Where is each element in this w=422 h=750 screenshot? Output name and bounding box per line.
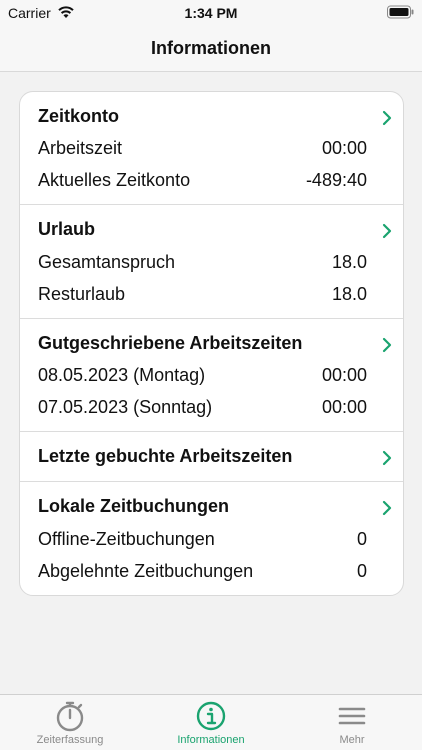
row-value: 18.0	[331, 252, 367, 272]
tab-label: Mehr	[339, 734, 365, 746]
tab-label: Zeiterfassung	[36, 734, 104, 746]
row-abgelehnte-zeitbuchungen: Abgelehnte Zeitbuchungen 0	[38, 561, 367, 583]
row-label: Resturlaub	[38, 284, 126, 304]
row-offline-zeitbuchungen: Offline-Zeitbuchungen 0	[38, 529, 367, 551]
info-icon	[196, 701, 226, 731]
row-label: Aktuelles Zeitkonto	[38, 170, 191, 190]
row-resturlaub: Resturlaub 18.0	[38, 284, 367, 306]
section-title-zeitkonto: Zeitkonto	[38, 106, 119, 126]
section-letzte-gebuchte-arbeitszeiten[interactable]: Letzte gebuchte Arbeitszeiten	[20, 432, 403, 482]
section-title-urlaub: Urlaub	[38, 219, 96, 239]
tab-informationen[interactable]: Informationen	[141, 695, 281, 750]
row-label: Offline-Zeitbuchungen	[38, 529, 215, 549]
stopwatch-icon	[56, 701, 84, 732]
chevron-right-icon	[382, 223, 392, 239]
row-label: Gesamtanspruch	[38, 252, 176, 272]
row-gesamtanspruch: Gesamtanspruch 18.0	[38, 252, 367, 274]
row-label: Arbeitszeit	[38, 138, 123, 158]
tab-mehr[interactable]: Mehr	[282, 695, 422, 750]
chevron-right-icon	[382, 450, 392, 466]
section-gutgeschriebene-arbeitszeiten[interactable]: Gutgeschriebene Arbeitszeiten 08.05.2023…	[20, 319, 403, 432]
row-label: 08.05.2023 (Montag)	[38, 365, 206, 385]
status-time: 1:34 PM	[184, 5, 238, 21]
row-value: 0	[356, 529, 367, 549]
row-value: 00:00	[321, 365, 367, 385]
row-arbeitszeit: Arbeitszeit 00:00	[38, 138, 367, 160]
row-value: -489:40	[305, 170, 367, 190]
section-lokale-zeitbuchungen[interactable]: Lokale Zeitbuchungen Offline-Zeitbuchung…	[20, 482, 403, 595]
chevron-right-icon	[382, 337, 392, 353]
row-date-montag: 08.05.2023 (Montag) 00:00	[38, 365, 367, 387]
chevron-right-icon	[382, 110, 392, 126]
status-bar: Carrier 1:34 PM	[0, 0, 422, 26]
page-title: Informationen	[151, 38, 271, 58]
tab-label: Informationen	[177, 734, 245, 746]
navigation-bar: Informationen	[0, 26, 422, 72]
section-title-lokale: Lokale Zeitbuchungen	[38, 496, 230, 516]
chevron-right-icon	[382, 500, 392, 516]
tab-bar: Zeiterfassung Informationen Mehr	[0, 694, 422, 750]
row-value: 0	[356, 561, 367, 581]
section-title-gutgeschriebene: Gutgeschriebene Arbeitszeiten	[38, 333, 303, 353]
section-urlaub[interactable]: Urlaub Gesamtanspruch 18.0 Resturlaub 18…	[20, 205, 403, 319]
row-date-sonntag: 07.05.2023 (Sonntag) 00:00	[38, 397, 367, 419]
row-value: 18.0	[331, 284, 367, 304]
row-value: 00:00	[321, 138, 367, 158]
row-label: Abgelehnte Zeitbuchungen	[38, 561, 254, 581]
battery-icon	[387, 5, 414, 19]
section-zeitkonto[interactable]: Zeitkonto Arbeitszeit 00:00 Aktuelles Ze…	[20, 92, 403, 205]
menu-icon	[338, 707, 366, 725]
row-aktuelles-zeitkonto: Aktuelles Zeitkonto -489:40	[38, 170, 367, 192]
section-title-letzte: Letzte gebuchte Arbeitszeiten	[38, 446, 293, 466]
info-card: Zeitkonto Arbeitszeit 00:00 Aktuelles Ze…	[19, 91, 404, 596]
tab-zeiterfassung[interactable]: Zeiterfassung	[0, 695, 140, 750]
row-label: 07.05.2023 (Sonntag)	[38, 397, 213, 417]
row-value: 00:00	[321, 397, 367, 417]
